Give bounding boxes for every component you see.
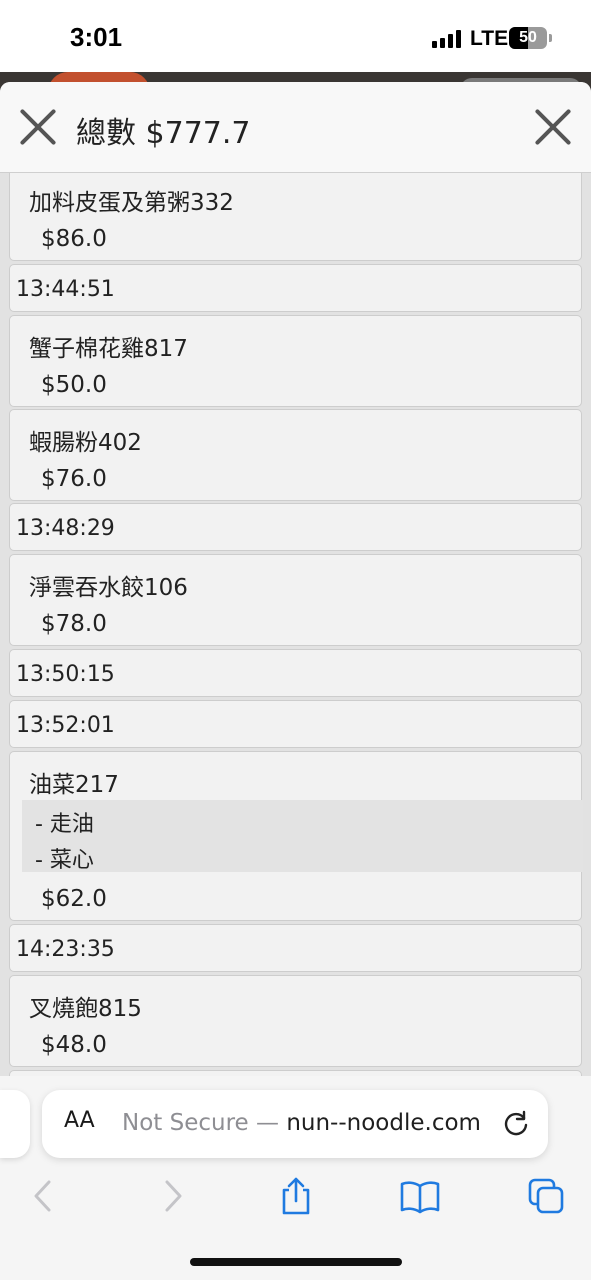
time-text: 14:23:35 xyxy=(16,937,115,962)
time-text: 13:44:51 xyxy=(16,277,115,302)
battery-tip xyxy=(549,34,552,42)
close-left-icon[interactable] xyxy=(18,107,58,147)
time-text: 13:52:01 xyxy=(16,713,115,738)
item-name: 蟹子棉花雞817 xyxy=(29,336,188,362)
item-option: - 走油 xyxy=(35,812,94,837)
order-item[interactable]: 加料皮蛋及第粥332 $86.0 xyxy=(9,173,582,261)
item-name: 加料皮蛋及第粥332 xyxy=(29,190,234,216)
item-name: 叉燒飽815 xyxy=(29,996,142,1022)
browser-bottom-bar: AA Not Secure — nun--noodle.com xyxy=(0,1076,591,1280)
forward-icon[interactable] xyxy=(152,1176,192,1216)
status-time: 3:01 xyxy=(70,22,123,52)
url-text: Not Secure — nun--noodle.com xyxy=(122,1110,481,1136)
order-item[interactable]: 蝦腸粉402 $76.0 xyxy=(9,409,582,501)
time-text: 13:48:29 xyxy=(16,516,115,541)
reader-options-button[interactable]: AA xyxy=(64,1108,95,1133)
url-security-label: Not Secure — xyxy=(122,1110,287,1136)
time-separator: 13:52:01 xyxy=(9,700,582,748)
address-bar[interactable]: AA Not Secure — nun--noodle.com xyxy=(42,1090,548,1158)
home-indicator[interactable] xyxy=(190,1258,402,1266)
order-summary-modal: 總數 $777.7 加料皮蛋及第粥332 $86.0 13:44:51 蟹子棉花… xyxy=(0,82,591,1082)
item-price: $48.0 xyxy=(41,1032,107,1058)
battery-level: 50 xyxy=(519,29,537,46)
time-separator: 14:23:35 xyxy=(9,924,582,972)
time-text: 13:50:15 xyxy=(16,662,115,687)
order-item[interactable]: 油菜217 - 走油 - 菜心 $62.0 xyxy=(9,751,583,921)
time-separator: 13:50:15 xyxy=(9,649,582,697)
item-name: 蝦腸粉402 xyxy=(29,430,142,456)
item-price: $78.0 xyxy=(41,611,107,637)
time-separator: 13:44:51 xyxy=(9,264,582,312)
aa-label: AA xyxy=(64,1108,95,1133)
item-price: $76.0 xyxy=(41,466,107,492)
reload-icon[interactable] xyxy=(502,1109,530,1137)
modal-header: 總數 $777.7 xyxy=(0,82,591,173)
cellular-signal-icon xyxy=(432,30,466,48)
order-item[interactable]: 淨雲吞水餃106 $78.0 xyxy=(9,554,582,646)
battery-icon: 50 xyxy=(509,27,547,49)
order-item[interactable]: 叉燒飽815 $48.0 xyxy=(9,975,582,1067)
tabs-icon[interactable] xyxy=(526,1176,566,1216)
order-item[interactable]: 蟹子棉花雞817 $50.0 xyxy=(9,315,582,407)
time-separator: 13:48:29 xyxy=(9,503,582,551)
item-price: $50.0 xyxy=(41,372,107,398)
previous-tab-preview[interactable] xyxy=(0,1090,30,1158)
item-options: - 走油 - 菜心 xyxy=(22,800,583,873)
item-name: 淨雲吞水餃106 xyxy=(29,575,188,601)
url-domain: nun--noodle.com xyxy=(286,1110,481,1136)
status-bar: 3:01 LTE 50 xyxy=(0,0,591,72)
item-price: $86.0 xyxy=(41,226,107,252)
back-icon[interactable] xyxy=(24,1176,64,1216)
bookmarks-icon[interactable] xyxy=(400,1176,440,1216)
item-price: $62.0 xyxy=(41,886,107,912)
item-name: 油菜217 xyxy=(29,772,119,798)
network-type: LTE xyxy=(470,27,509,50)
share-icon[interactable] xyxy=(276,1176,316,1216)
close-right-icon[interactable] xyxy=(533,107,573,147)
modal-title: 總數 $777.7 xyxy=(76,116,251,151)
item-option: - 菜心 xyxy=(35,848,94,873)
